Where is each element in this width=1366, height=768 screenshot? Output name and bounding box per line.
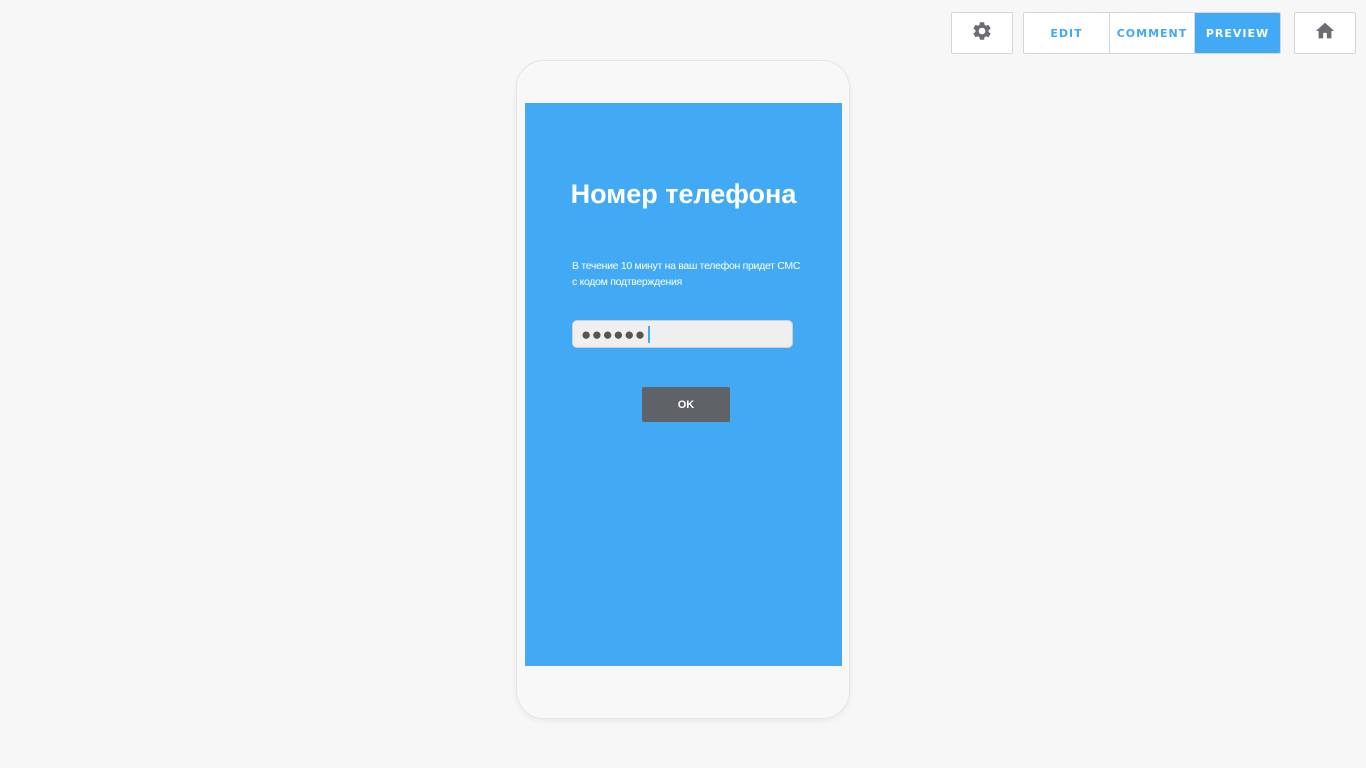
- toolbar: EDIT COMMENT PREVIEW: [0, 12, 1366, 54]
- screen-description: В течение 10 минут на ваш телефон придет…: [572, 260, 801, 288]
- settings-button[interactable]: [951, 12, 1013, 54]
- edit-mode-button[interactable]: EDIT: [1024, 13, 1110, 53]
- phone-screen: Номер телефона В течение 10 минут на ваш…: [525, 103, 842, 666]
- sms-code-input[interactable]: ●●●●●●: [572, 320, 793, 348]
- text-caret: [647, 325, 650, 343]
- mode-switcher: EDIT COMMENT PREVIEW: [1023, 12, 1281, 54]
- home-button[interactable]: [1294, 12, 1356, 54]
- gear-icon: [971, 20, 993, 47]
- comment-mode-button[interactable]: COMMENT: [1110, 13, 1195, 53]
- masked-code-value: ●●●●●●: [581, 324, 646, 344]
- ok-button[interactable]: OK: [642, 387, 730, 422]
- home-icon: [1314, 20, 1336, 47]
- preview-mode-button[interactable]: PREVIEW: [1195, 13, 1280, 53]
- screen-title: Номер телефона: [570, 179, 797, 209]
